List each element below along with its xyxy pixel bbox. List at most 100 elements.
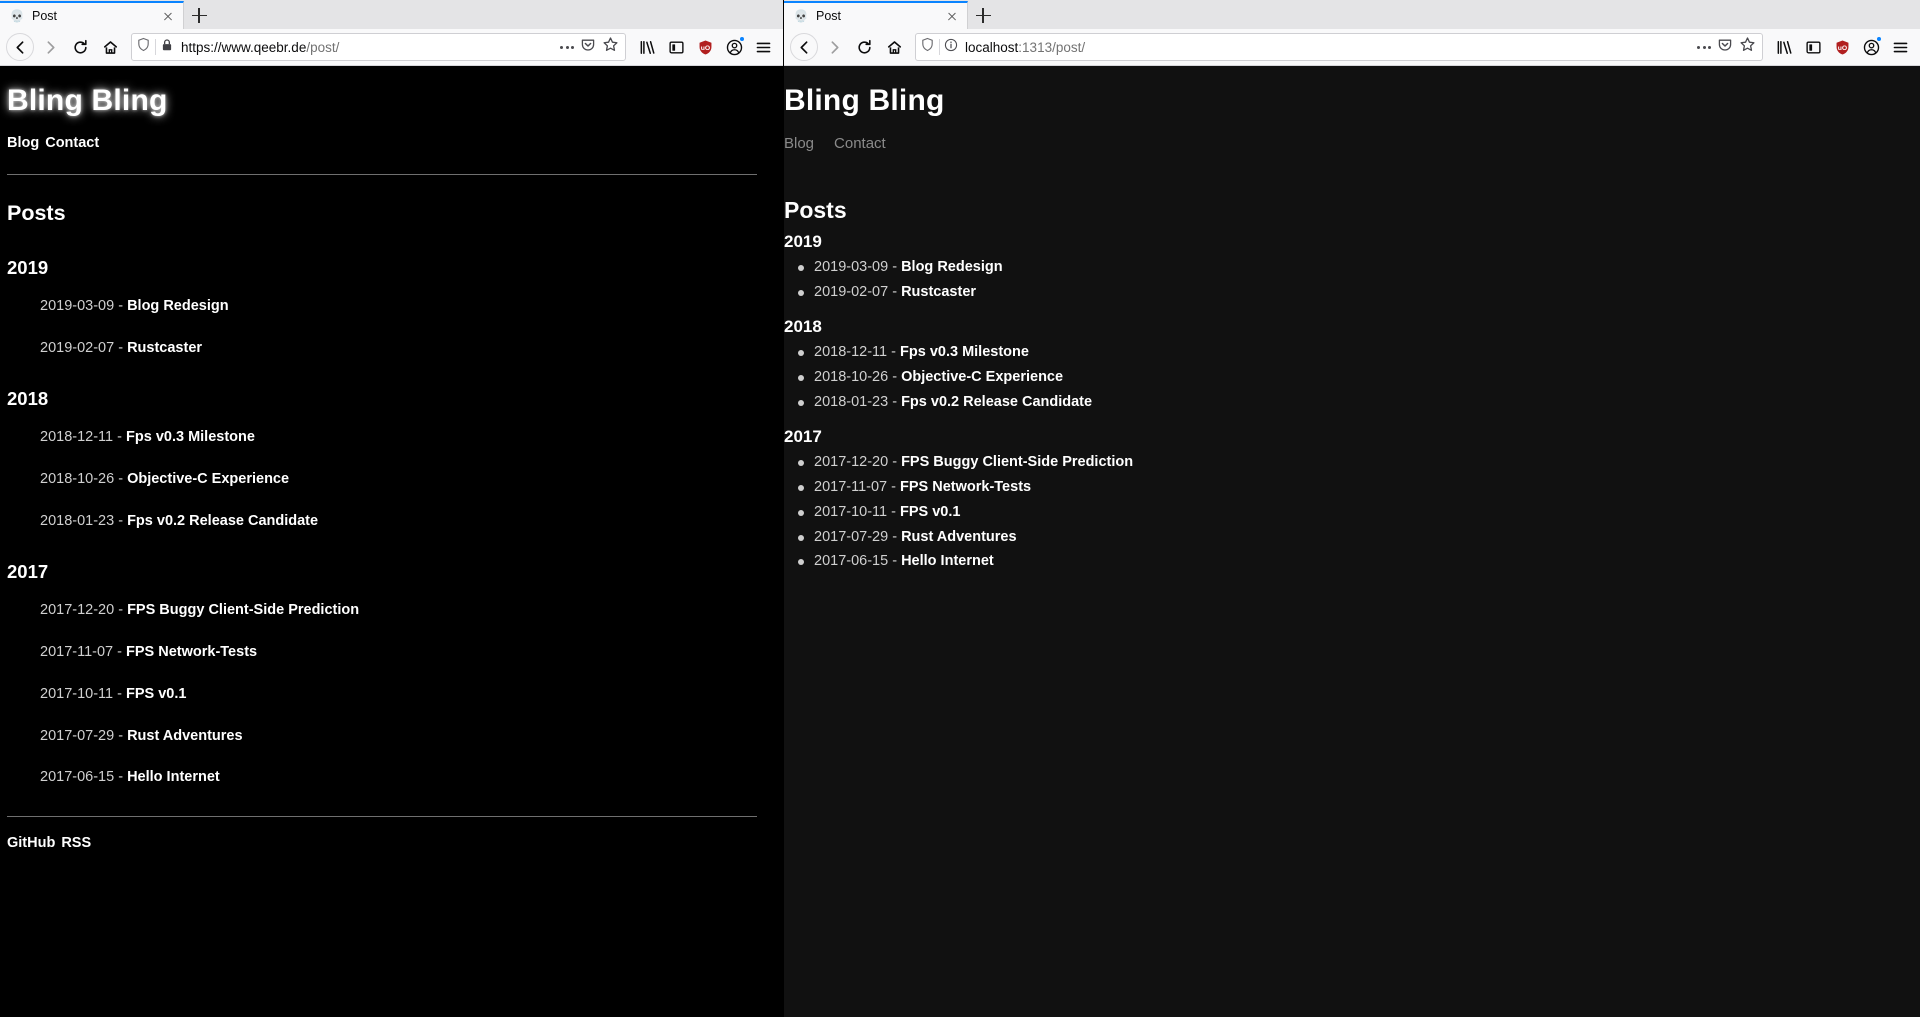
post-date: 2018-12-11 (814, 343, 888, 360)
star-icon[interactable] (602, 36, 619, 58)
ublock-origin-button[interactable]: uO (1828, 33, 1856, 61)
tracking-protection-icon[interactable] (136, 37, 151, 57)
post-title-link[interactable]: Rust Adventures (901, 529, 1016, 545)
nav-link-contact[interactable]: Contact (834, 135, 886, 152)
post-title-link[interactable]: Fps v0.3 Milestone (126, 429, 255, 445)
post-title-link[interactable]: FPS Buggy Client-Side Prediction (127, 602, 359, 618)
footer-link-rss[interactable]: RSS (61, 835, 91, 851)
post-date: 2018-12-11 (40, 428, 114, 445)
close-icon[interactable] (943, 7, 961, 25)
pocket-icon[interactable] (1717, 37, 1733, 58)
account-button[interactable] (720, 33, 748, 61)
post-title-link[interactable]: FPS v0.1 (126, 686, 186, 702)
post-list-item: 2018-10-26 - Objective-C Experience (798, 369, 1900, 386)
footer-link-github[interactable]: GitHub (7, 835, 55, 851)
forward-button[interactable] (820, 33, 848, 61)
browser-tab[interactable]: 💀 Post (0, 1, 184, 29)
home-button[interactable] (96, 33, 124, 61)
browser-window-left: 💀 Post https://www.qeebr.de/post/uO Bling B… (0, 0, 784, 1017)
library-button[interactable] (633, 33, 661, 61)
post-date: 2017-06-15 (814, 553, 889, 570)
app-menu-button[interactable] (1886, 33, 1914, 61)
post-separator: - (892, 393, 898, 410)
post-title-link[interactable]: Blog Redesign (901, 259, 1003, 275)
account-notification-dot (739, 36, 745, 42)
post-separator: - (891, 343, 896, 360)
ublock-origin-button[interactable]: uO (691, 33, 719, 61)
new-tab-button[interactable] (184, 1, 214, 29)
address-bar[interactable]: https://www.qeebr.de/post/ (131, 33, 626, 61)
nav-link-blog[interactable]: Blog (784, 135, 814, 152)
nav-link-blog[interactable]: Blog (7, 135, 39, 151)
post-date: 2017-11-07 (814, 478, 888, 495)
post-title-link[interactable]: Fps v0.3 Milestone (900, 344, 1029, 360)
post-date: 2017-11-07 (40, 643, 114, 660)
tracking-protection-icon[interactable] (920, 37, 935, 57)
post-date: 2019-02-07 (40, 339, 115, 356)
forward-button[interactable] (36, 33, 64, 61)
home-button[interactable] (880, 33, 908, 61)
post-title-link[interactable]: Fps v0.2 Release Candidate (127, 513, 318, 529)
back-button[interactable] (6, 33, 34, 61)
page-actions-icon[interactable] (560, 45, 574, 49)
post-title-link[interactable]: FPS Network-Tests (126, 644, 257, 660)
post-list-item: 2017-07-29 - Rust Adventures (798, 529, 1900, 546)
post-list: 2019-03-09 - Blog Redesign 2019-02-07 - R… (7, 298, 763, 357)
post-list: 2017-12-20 - FPS Buggy Client-Side Predi… (784, 454, 1900, 571)
post-title-link[interactable]: FPS v0.1 (900, 504, 960, 520)
post-date: 2017-10-11 (814, 503, 888, 520)
library-button[interactable] (1770, 33, 1798, 61)
address-bar[interactable]: localhost:1313/post/ (915, 33, 1763, 61)
browser-tab[interactable]: 💀 Post (784, 1, 968, 29)
page-title: Posts (784, 197, 847, 223)
post-title-link[interactable]: Blog Redesign (127, 298, 229, 314)
pocket-icon[interactable] (580, 37, 596, 58)
post-date: 2017-07-29 (40, 727, 115, 744)
lock-icon[interactable] (160, 38, 174, 57)
reload-button[interactable] (66, 33, 94, 61)
star-icon[interactable] (1739, 36, 1756, 58)
post-list-item: 2017-10-11 - FPS v0.1 (40, 685, 763, 703)
post-separator: - (891, 503, 896, 520)
post-title-link[interactable]: Hello Internet (901, 553, 994, 569)
sidebar-button[interactable] (1799, 33, 1827, 61)
post-list-item: 2017-12-20 - FPS Buggy Client-Side Predi… (40, 602, 763, 619)
tab-title: Post (816, 9, 842, 23)
new-tab-button[interactable] (968, 1, 998, 29)
post-separator: - (892, 553, 898, 570)
skull-icon: 💀 (793, 9, 809, 23)
back-button[interactable] (790, 33, 818, 61)
year-heading: 2018 (784, 316, 822, 336)
year-heading: 2019 (784, 232, 822, 251)
post-list-item: 2017-06-15 - Hello Internet (798, 553, 1900, 570)
post-title-link[interactable]: Objective-C Experience (127, 471, 289, 487)
page-viewport: Bling Bling Blog Contact Posts 2019 2019-03-0… (784, 66, 1920, 1017)
post-title-link[interactable]: Fps v0.2 Release Candidate (901, 394, 1092, 410)
url-host: https://www.qeebr.de (181, 39, 307, 55)
post-date: 2017-10-11 (40, 685, 114, 702)
nav-link-contact[interactable]: Contact (45, 135, 99, 151)
post-list-item: 2017-11-07 - FPS Network-Tests (40, 643, 763, 661)
app-menu-button[interactable] (749, 33, 777, 61)
sidebar-button[interactable] (662, 33, 690, 61)
post-title-link[interactable]: Rustcaster (901, 284, 976, 300)
page-actions-icon[interactable] (1697, 45, 1711, 49)
close-icon[interactable] (159, 7, 177, 25)
post-title-link[interactable]: Objective-C Experience (901, 369, 1063, 385)
account-button[interactable] (1857, 33, 1885, 61)
post-separator: - (118, 470, 124, 487)
post-date: 2018-10-26 (40, 470, 115, 487)
post-title-link[interactable]: Rust Adventures (127, 728, 242, 744)
year-heading: 2019 (7, 257, 49, 278)
post-date: 2017-06-15 (40, 769, 115, 786)
post-list-item: 2017-06-15 - Hello Internet (40, 769, 763, 786)
account-notification-dot (1876, 36, 1882, 42)
reload-button[interactable] (850, 33, 878, 61)
post-list: 2018-12-11 - Fps v0.3 Milestone 2018-10-2… (784, 343, 1900, 411)
post-title-link[interactable]: FPS Buggy Client-Side Prediction (901, 454, 1133, 470)
info-icon[interactable] (944, 38, 958, 57)
post-title-link[interactable]: Hello Internet (127, 769, 220, 785)
post-title-link[interactable]: FPS Network-Tests (900, 479, 1031, 495)
post-title-link[interactable]: Rustcaster (127, 340, 202, 356)
post-date: 2018-01-23 (40, 512, 115, 529)
